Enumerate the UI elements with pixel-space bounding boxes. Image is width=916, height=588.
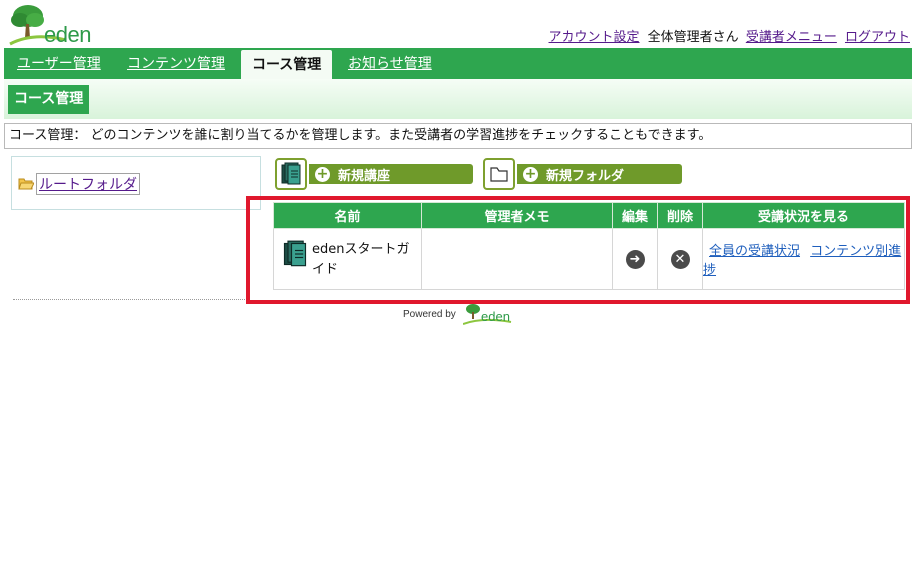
powered-by-text: Powered by bbox=[403, 309, 456, 320]
plus-icon: + bbox=[315, 165, 330, 182]
new-folder-icon-button[interactable] bbox=[483, 158, 515, 190]
learner-menu-link[interactable]: 受講者メニュー bbox=[746, 30, 837, 45]
table-row: edenスタートガイド ➜ ✕ 全員の受講状況 コンテンツ別進捗 bbox=[273, 228, 905, 290]
account-settings-link[interactable]: アカウント設定 bbox=[549, 30, 640, 45]
new-folder-button[interactable]: + 新規フォルダ bbox=[517, 164, 682, 184]
footer: Powered by eden bbox=[403, 304, 513, 326]
new-course-label: 新規講座 bbox=[338, 168, 391, 184]
footer-logo-text: eden bbox=[481, 309, 510, 324]
top-nav: アカウント設定 全体管理者さん 受講者メニュー ログアウト bbox=[549, 26, 910, 45]
tab-course-management[interactable]: コース管理 bbox=[241, 50, 333, 79]
tab-content-management[interactable]: コンテンツ管理 bbox=[127, 48, 225, 79]
edit-cell: ➜ bbox=[612, 228, 658, 290]
book-stack-icon bbox=[283, 240, 307, 267]
eden-logo: eden bbox=[8, 4, 100, 47]
root-folder-item[interactable]: ルートフォルダ bbox=[18, 173, 140, 195]
open-folder-icon bbox=[18, 178, 34, 190]
header-delete: 削除 bbox=[657, 202, 703, 229]
header-memo: 管理者メモ bbox=[421, 202, 613, 229]
table-header-row: 名前 管理者メモ 編集 削除 受講状況を見る bbox=[273, 202, 905, 229]
user-label: 全体管理者さん bbox=[647, 30, 739, 45]
page-description: コース管理： どのコンテンツを誰に割り当てるかを管理します。また受講者の学習進捗… bbox=[4, 123, 912, 149]
dotted-divider bbox=[13, 299, 245, 300]
logo-text: eden bbox=[44, 22, 91, 47]
new-course-button[interactable]: + 新規講座 bbox=[309, 164, 473, 184]
main-tab-bar: ユーザー管理 コンテンツ管理 コース管理 お知らせ管理 bbox=[4, 48, 912, 79]
sub-tab-bar: コース管理 bbox=[4, 79, 912, 119]
course-name[interactable]: edenスタートガイド bbox=[312, 242, 410, 277]
book-stack-icon bbox=[281, 162, 301, 185]
course-name-cell[interactable]: edenスタートガイド bbox=[273, 228, 422, 290]
plus-icon: + bbox=[523, 165, 538, 182]
arrow-right-circle-icon[interactable]: ➜ bbox=[625, 249, 645, 269]
header-edit: 編集 bbox=[612, 202, 658, 229]
course-table: 名前 管理者メモ 編集 削除 受講状況を見る edenスタートガイド ➜ ✕ 全… bbox=[273, 202, 905, 290]
footer-logo: eden bbox=[462, 304, 513, 326]
tab-user-management[interactable]: ユーザー管理 bbox=[17, 48, 101, 79]
folder-outline-icon bbox=[490, 167, 508, 182]
header-status: 受講状況を見る bbox=[702, 202, 905, 229]
header-name: 名前 bbox=[273, 202, 422, 229]
delete-cell: ✕ bbox=[657, 228, 703, 290]
new-folder-label: 新規フォルダ bbox=[546, 168, 625, 184]
tab-notice-management[interactable]: お知らせ管理 bbox=[348, 48, 432, 79]
folder-tree-panel: ルートフォルダ bbox=[11, 156, 261, 210]
close-circle-icon[interactable]: ✕ bbox=[670, 249, 690, 269]
all-status-link[interactable]: 全員の受講状況 bbox=[709, 244, 800, 259]
root-folder-link[interactable]: ルートフォルダ bbox=[36, 173, 140, 195]
logout-link[interactable]: ログアウト bbox=[845, 30, 910, 45]
sub-tab-course-management[interactable]: コース管理 bbox=[8, 85, 90, 114]
new-course-icon-button[interactable] bbox=[275, 158, 307, 190]
status-cell: 全員の受講状況 コンテンツ別進捗 bbox=[702, 228, 905, 290]
course-memo-cell bbox=[421, 228, 613, 290]
